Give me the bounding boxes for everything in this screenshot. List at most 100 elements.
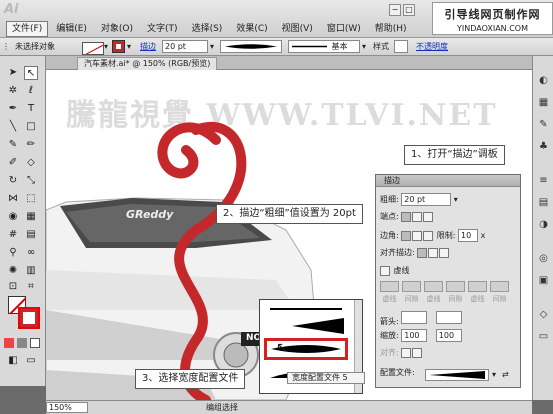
gradient-panel-icon[interactable]: ▤: [537, 196, 550, 209]
profile-select[interactable]: [425, 369, 489, 381]
pencil-icon[interactable]: ✏: [24, 138, 38, 152]
menu-type[interactable]: 文字(T): [141, 21, 184, 37]
slice-tool-icon[interactable]: ⌗: [24, 280, 38, 294]
arrow-tip-icon[interactable]: [401, 347, 412, 358]
symbols-panel-icon[interactable]: ♣: [537, 140, 550, 153]
miter-join-icon[interactable]: [401, 230, 412, 241]
paintbrush-icon[interactable]: ✎: [6, 138, 20, 152]
round-cap-icon[interactable]: [412, 211, 423, 222]
zoom-field[interactable]: 150%: [46, 402, 88, 413]
color-mode-icon[interactable]: [4, 338, 14, 348]
blob-brush-icon[interactable]: ✐: [6, 156, 20, 170]
width-profile-select[interactable]: [220, 40, 282, 53]
swatches-panel-icon[interactable]: ▦: [537, 96, 550, 109]
arrow-end-icon[interactable]: [412, 347, 423, 358]
rotate-tool-icon[interactable]: ↻: [6, 174, 20, 188]
lasso-icon[interactable]: ℓ: [24, 84, 38, 98]
end-arrow-select[interactable]: [435, 311, 462, 324]
gradient-tool-icon[interactable]: ▤: [24, 228, 38, 242]
eraser-icon[interactable]: ◇: [24, 156, 38, 170]
square-cap-icon[interactable]: [423, 211, 434, 222]
graph-tool-icon[interactable]: ▥: [24, 264, 38, 278]
align-outside-icon[interactable]: [439, 247, 450, 258]
perspective-grid-icon[interactable]: ▦: [24, 210, 38, 224]
menu-effect[interactable]: 效果(C): [230, 21, 273, 37]
menu-file[interactable]: 文件(F): [6, 21, 49, 37]
gap-field[interactable]: [490, 281, 509, 292]
direct-selection-tool-icon[interactable]: ↖: [24, 66, 38, 80]
type-tool-icon[interactable]: T: [24, 102, 38, 116]
stroke-weight-field[interactable]: 20 pt: [162, 40, 208, 53]
chevron-down-icon[interactable]: ▾: [362, 40, 366, 54]
graphic-styles-panel-icon[interactable]: ▣: [537, 274, 550, 287]
style-swatch[interactable]: [394, 40, 408, 53]
blend-tool-icon[interactable]: ∞: [24, 246, 38, 260]
gradient-mode-icon[interactable]: [17, 338, 27, 348]
transparency-panel-icon[interactable]: ◑: [537, 218, 550, 231]
none-mode-icon[interactable]: [30, 338, 40, 348]
brushes-panel-icon[interactable]: ✎: [537, 118, 550, 131]
width-tool-icon[interactable]: ⋈: [6, 192, 20, 206]
chevron-down-icon[interactable]: ▾: [210, 40, 214, 54]
chevron-down-icon[interactable]: ▾: [492, 370, 496, 379]
limit-field[interactable]: 10: [458, 229, 479, 242]
free-transform-icon[interactable]: ⬚: [24, 192, 38, 206]
flip-icon[interactable]: ⇄: [502, 370, 509, 379]
color-panel-icon[interactable]: ◐: [537, 74, 550, 87]
opacity-link[interactable]: 不透明度: [416, 40, 448, 54]
maximize-icon[interactable]: □: [403, 4, 415, 16]
stroke-panel-header[interactable]: 描边: [376, 175, 520, 187]
selection-tool-icon[interactable]: ➤: [6, 66, 20, 80]
butt-cap-icon[interactable]: [401, 211, 412, 222]
artboard-tool-icon[interactable]: ⊡: [6, 280, 20, 294]
align-inside-icon[interactable]: [428, 247, 439, 258]
menu-window[interactable]: 窗口(W): [321, 21, 367, 37]
stroke-color-icon[interactable]: [18, 307, 40, 329]
fill-swatch[interactable]: [82, 42, 104, 55]
magic-wand-icon[interactable]: ✲: [6, 84, 20, 98]
align-center-icon[interactable]: [417, 247, 428, 258]
shape-builder-icon[interactable]: ◉: [6, 210, 20, 224]
gap-field[interactable]: [402, 281, 421, 292]
menu-select[interactable]: 选择(S): [186, 21, 229, 37]
minimize-icon[interactable]: −: [389, 4, 401, 16]
weight-field[interactable]: 20 pt: [401, 193, 452, 206]
stroke-swatch[interactable]: [112, 40, 125, 53]
layers-panel-icon[interactable]: ◇: [537, 308, 550, 321]
menu-view[interactable]: 视图(V): [276, 21, 319, 37]
brush-select[interactable]: 基本: [288, 40, 360, 53]
symbol-sprayer-icon[interactable]: ✺: [6, 264, 20, 278]
rectangle-tool-icon[interactable]: □: [24, 120, 38, 134]
pen-tool-icon[interactable]: ✒: [6, 102, 20, 116]
profile-option[interactable]: [264, 316, 348, 336]
artboards-panel-icon[interactable]: ▭: [537, 330, 550, 343]
brush-name: 基本: [331, 42, 348, 51]
mesh-tool-icon[interactable]: #: [6, 228, 20, 242]
appearance-panel-icon[interactable]: ◎: [537, 252, 550, 265]
start-scale-field[interactable]: 100: [401, 329, 428, 342]
screen-mode-icon[interactable]: ▭: [24, 354, 38, 368]
round-join-icon[interactable]: [412, 230, 423, 241]
dashed-checkbox[interactable]: [380, 265, 390, 276]
draw-mode-icon[interactable]: ◧: [6, 354, 20, 368]
menu-edit[interactable]: 编辑(E): [50, 21, 93, 37]
end-scale-field[interactable]: 100: [435, 329, 462, 342]
menu-object[interactable]: 对象(O): [95, 21, 139, 37]
chevron-down-icon[interactable]: ▾: [127, 40, 131, 54]
dash-field[interactable]: [424, 281, 443, 292]
bevel-join-icon[interactable]: [423, 230, 434, 241]
corner-row: 边角: 限制: 10 x: [380, 229, 486, 242]
stroke-link[interactable]: 描边: [140, 40, 156, 54]
line-tool-icon[interactable]: ╲: [6, 120, 20, 134]
gap-field[interactable]: [446, 281, 465, 292]
dash-field[interactable]: [380, 281, 399, 292]
stroke-panel-icon[interactable]: ≡: [537, 174, 550, 187]
scale-tool-icon[interactable]: ⤡: [24, 174, 38, 188]
eyedropper-icon[interactable]: ⚲: [6, 246, 20, 260]
dash-field[interactable]: [468, 281, 487, 292]
document-tab[interactable]: 汽车素材.ai* @ 150% (RGB/预览): [77, 57, 218, 70]
chevron-down-icon[interactable]: ▾: [454, 195, 458, 204]
chevron-down-icon[interactable]: ▾: [104, 40, 108, 54]
menu-help[interactable]: 帮助(H): [369, 21, 413, 37]
start-arrow-select[interactable]: [401, 311, 428, 324]
